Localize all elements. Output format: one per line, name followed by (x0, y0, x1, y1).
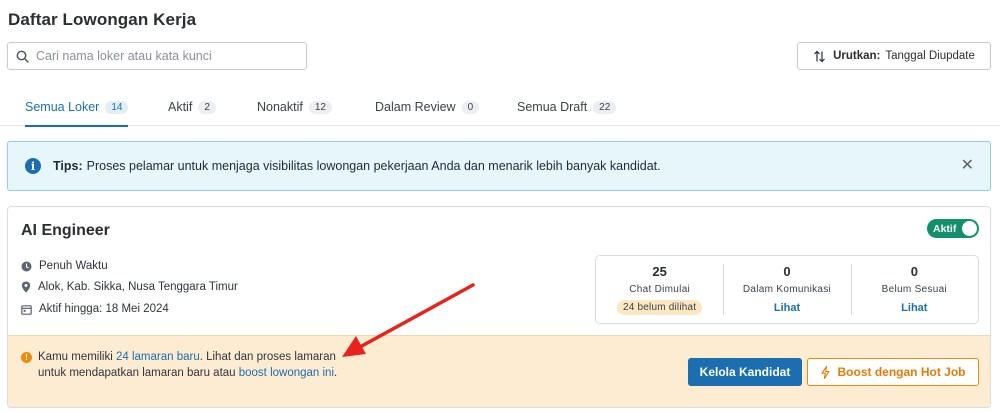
sort-label: Urutkan: (833, 50, 881, 62)
candidate-stats: 25 Chat Dimulai 24 belum dilihat 0 Dalam… (595, 255, 979, 324)
close-icon[interactable]: ✕ (961, 156, 974, 176)
active-until: Aktif hingga: 18 Mei 2024 (21, 303, 169, 315)
page-title: Daftar Lowongan Kerja (8, 10, 197, 29)
tab-dalam-review[interactable]: Dalam Review 0 (375, 88, 480, 126)
tab-count-badge: 14 (105, 100, 129, 114)
active-until-text: Aktif hingga: 18 Mei 2024 (39, 303, 169, 315)
tips-label: Tips: (53, 159, 83, 173)
employment-type: Penuh Waktu (21, 260, 108, 272)
stat-chat-dimulai: 25 Chat Dimulai 24 belum dilihat (596, 256, 723, 323)
tab-count-badge: 12 (308, 100, 332, 114)
job-title[interactable]: AI Engineer (21, 222, 110, 240)
info-icon: i (25, 158, 41, 174)
boost-job-link[interactable]: boost lowongan ini (239, 367, 334, 379)
search-input[interactable] (36, 49, 296, 63)
tab-semua-draft[interactable]: Semua Draft 22 (517, 88, 617, 126)
unseen-badge: 24 belum dilihat (617, 300, 703, 315)
tab-count-badge: 0 (461, 100, 480, 114)
job-location: Alok, Kab. Sikka, Nusa Tenggara Timur (21, 281, 238, 293)
tab-count-badge: 2 (198, 100, 216, 114)
stat-value: 0 (910, 264, 918, 279)
tips-banner: i Tips: Proses pelamar untuk menjaga vis… (7, 141, 991, 191)
stat-label: Belum Sesuai (881, 284, 947, 295)
toggle-knob (962, 221, 977, 236)
stat-value: 25 (652, 264, 667, 279)
sort-value: Tanggal Diupdate (885, 50, 975, 62)
new-applications-notice: ! Kamu memiliki 24 lamaran baru. Lihat d… (8, 335, 990, 407)
tab-label: Semua Loker (25, 100, 100, 114)
tab-label: Semua Draft (517, 100, 588, 114)
search-box[interactable] (7, 42, 307, 70)
tab-nonaktif[interactable]: Nonaktif 12 (257, 88, 332, 126)
stat-dalam-komunikasi: 0 Dalam Komunikasi Lihat (723, 256, 850, 323)
new-applications-link[interactable]: 24 lamaran baru (116, 351, 200, 363)
tab-label: Aktif (168, 100, 193, 114)
job-location-text: Alok, Kab. Sikka, Nusa Tenggara Timur (38, 281, 238, 293)
tips-text: Proses pelamar untuk menjaga visibilitas… (86, 159, 661, 173)
stat-label: Dalam Komunikasi (742, 284, 832, 295)
stat-label: Chat Dimulai (629, 284, 691, 295)
view-unsuitable-link[interactable]: Lihat (901, 302, 927, 314)
tab-count-badge: 22 (593, 100, 617, 114)
boost-hot-job-button[interactable]: Boost dengan Hot Job (807, 358, 979, 386)
calendar-icon (21, 304, 32, 315)
boost-button-label: Boost dengan Hot Job (837, 365, 966, 379)
notice-prefix: Kamu memiliki (38, 351, 116, 363)
employment-type-text: Penuh Waktu (39, 260, 108, 272)
notice-text: Kamu memiliki 24 lamaran baru. Lihat dan… (38, 349, 338, 381)
tab-aktif[interactable]: Aktif 2 (168, 88, 216, 126)
view-communication-link[interactable]: Lihat (774, 302, 800, 314)
status-toggle[interactable]: Aktif (927, 219, 979, 238)
location-pin-icon (21, 281, 31, 293)
lightning-icon (820, 365, 830, 379)
manage-candidates-button[interactable]: Kelola Kandidat (688, 358, 802, 386)
tab-label: Nonaktif (257, 100, 303, 114)
tab-semua-loker[interactable]: Semua Loker 14 (25, 88, 129, 127)
stat-belum-sesuai: 0 Belum Sesuai Lihat (850, 256, 978, 323)
search-icon (16, 50, 29, 63)
stat-value: 0 (783, 264, 791, 279)
job-card: AI Engineer Aktif Penuh Waktu Alok, Kab.… (7, 206, 991, 408)
tab-bar: Semua Loker 14 Aktif 2 Nonaktif 12 Dalam… (0, 88, 1000, 127)
status-toggle-label: Aktif (933, 222, 957, 235)
sort-icon (814, 50, 826, 62)
notice-suffix: . (334, 367, 338, 379)
clock-icon (21, 261, 32, 271)
sort-button[interactable]: Urutkan: Tanggal Diupdate (797, 42, 991, 70)
warning-icon: ! (21, 352, 32, 363)
tab-label: Dalam Review (375, 100, 456, 114)
